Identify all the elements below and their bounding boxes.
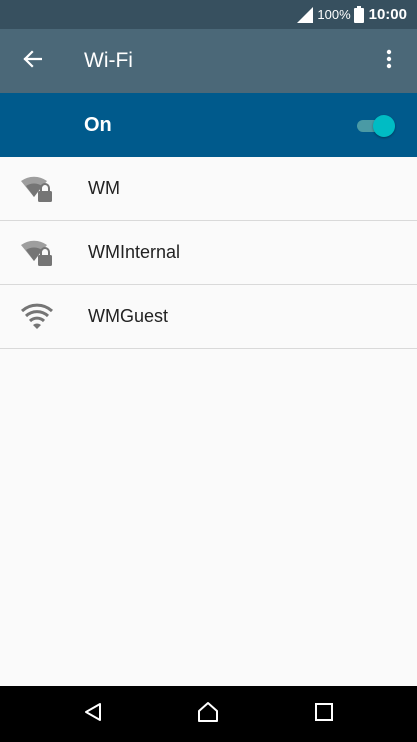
back-button[interactable] bbox=[14, 43, 50, 79]
nav-back-button[interactable] bbox=[75, 696, 111, 732]
wifi-switch-label: On bbox=[84, 114, 112, 136]
wifi-lock-icon bbox=[20, 173, 54, 205]
nav-recents-button[interactable] bbox=[306, 696, 342, 732]
more-options-button[interactable] bbox=[371, 43, 407, 79]
wifi-master-switch-row[interactable]: On bbox=[0, 93, 417, 157]
nav-home-icon bbox=[196, 701, 220, 728]
battery-icon bbox=[353, 6, 364, 23]
network-name: WM bbox=[88, 178, 120, 198]
nav-recents-icon bbox=[314, 702, 334, 727]
network-name: WMGuest bbox=[88, 306, 169, 326]
app-bar: Wi-Fi bbox=[0, 29, 417, 93]
wifi-toggle[interactable] bbox=[357, 114, 395, 137]
page-title: Wi-Fi bbox=[84, 49, 133, 72]
network-list: WM WMInternal WMGuest bbox=[0, 157, 417, 349]
signal-icon bbox=[296, 6, 314, 23]
wifi-lock-icon bbox=[20, 237, 54, 269]
wifi-icon bbox=[20, 301, 54, 333]
clock: 10:00 bbox=[368, 6, 407, 23]
network-name: WMInternal bbox=[88, 242, 181, 262]
more-vert-icon bbox=[386, 49, 392, 74]
network-item-wminternal[interactable]: WMInternal bbox=[0, 221, 417, 285]
status-bar: 100% 10:00 bbox=[0, 0, 417, 29]
navigation-bar bbox=[0, 686, 417, 742]
status-indicators: 100% 10:00 bbox=[296, 0, 407, 29]
network-item-wm[interactable]: WM bbox=[0, 157, 417, 221]
back-arrow-icon bbox=[22, 49, 43, 74]
nav-back-icon bbox=[83, 702, 103, 727]
battery-percent: 100% bbox=[317, 7, 351, 22]
toggle-thumb bbox=[373, 115, 395, 137]
nav-home-button[interactable] bbox=[190, 696, 226, 732]
network-item-wmguest[interactable]: WMGuest bbox=[0, 285, 417, 349]
